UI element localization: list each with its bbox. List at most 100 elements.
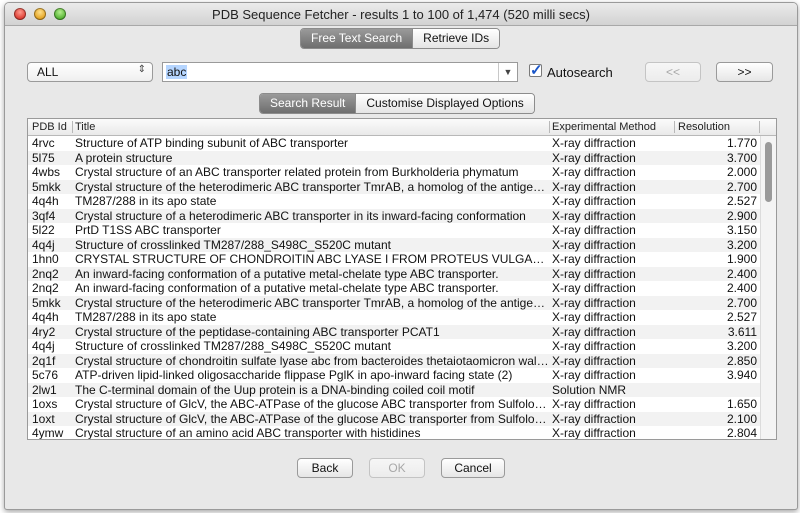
- table-row[interactable]: 4q4j Structure of crosslinked TM287/288_S…: [28, 339, 760, 354]
- column-divider[interactable]: [549, 121, 550, 133]
- cell-experimental-method: X-ray diffraction: [552, 136, 636, 150]
- cell-experimental-method: X-ray diffraction: [552, 150, 636, 165]
- cell-resolution: 2.900: [726, 208, 757, 223]
- cell-resolution: 3.700: [726, 150, 757, 165]
- database-filter-select[interactable]: ALL ⇕: [27, 62, 153, 82]
- cell-title: A protein structure: [75, 150, 173, 165]
- next-page-button[interactable]: >>: [716, 62, 773, 82]
- cell-title: An inward-facing conformation of a putat…: [75, 281, 499, 295]
- column-header-pdb-id[interactable]: PDB Id: [32, 121, 67, 133]
- cell-experimental-method: X-ray diffraction: [552, 411, 636, 426]
- table-row[interactable]: 5mkk Crystal structure of the heterodimer…: [28, 179, 760, 194]
- table-row[interactable]: 1hn0 CRYSTAL STRUCTURE OF CHONDROITIN ABC…: [28, 252, 760, 267]
- cell-pdb-id: 2q1f: [32, 353, 56, 368]
- cell-resolution: 2.850: [726, 353, 757, 368]
- cell-pdb-id: 1oxs: [32, 397, 58, 411]
- cell-resolution: 2.100: [726, 411, 757, 426]
- cell-experimental-method: X-ray diffraction: [552, 194, 636, 208]
- tab-customise-displayed-options[interactable]: Customise Displayed Options: [355, 94, 534, 113]
- table-row[interactable]: 4q4h TM287/288 in its apo state X-ray diff…: [28, 310, 760, 325]
- cell-resolution: 3.611: [727, 324, 757, 339]
- cell-experimental-method: X-ray diffraction: [552, 310, 636, 324]
- column-divider[interactable]: [72, 121, 73, 133]
- table-row[interactable]: 4rvc Structure of ATP binding subunit of …: [28, 136, 760, 151]
- cell-title: Crystal structure of GlcV, the ABC-ATPas…: [75, 411, 549, 426]
- cell-pdb-id: 4q4j: [32, 237, 55, 252]
- tab-free-text-search[interactable]: Free Text Search: [301, 29, 413, 48]
- column-header-title[interactable]: Title: [75, 121, 95, 133]
- updown-arrows-icon: ⇕: [137, 64, 146, 75]
- table-row[interactable]: 4wbs Crystal structure of an ABC transpor…: [28, 165, 760, 180]
- table-row[interactable]: 4q4j Structure of crosslinked TM287/288_S…: [28, 237, 760, 252]
- search-history-dropdown-icon[interactable]: ▼: [498, 63, 517, 81]
- cell-experimental-method: X-ray diffraction: [552, 179, 636, 194]
- table-row[interactable]: 4q4h TM287/288 in its apo state X-ray diff…: [28, 194, 760, 209]
- cell-title: Structure of crosslinked TM287/288_S498C…: [75, 339, 391, 353]
- tab-search-result[interactable]: Search Result: [260, 94, 356, 113]
- autosearch-checkbox[interactable]: ✓: [529, 62, 543, 79]
- table-row[interactable]: 2nq2 An inward-facing conformation of a p…: [28, 281, 760, 296]
- cell-pdb-id: 4rvc: [32, 136, 55, 150]
- cell-pdb-id: 4q4j: [32, 339, 55, 353]
- cell-pdb-id: 1hn0: [32, 252, 59, 266]
- cell-experimental-method: X-ray diffraction: [552, 223, 636, 237]
- cell-resolution: 2.527: [726, 194, 757, 208]
- cell-title: Structure of ATP binding subunit of ABC …: [75, 136, 349, 150]
- table-row[interactable]: 3qf4 Crystal structure of a heterodimeric…: [28, 208, 760, 223]
- column-header-resolution[interactable]: Resolution: [678, 121, 730, 133]
- table-row[interactable]: 4ymw Crystal structure of an amino acid A…: [28, 426, 760, 440]
- column-header-experimental-method[interactable]: Experimental Method: [552, 121, 656, 133]
- table-row[interactable]: 4ry2 Crystal structure of the peptidase-c…: [28, 324, 760, 339]
- cell-pdb-id: 4q4h: [32, 194, 59, 208]
- cell-resolution: 2.400: [726, 266, 757, 281]
- scrollbar-thumb[interactable]: [765, 142, 772, 202]
- cell-pdb-id: 2lw1: [32, 382, 57, 397]
- cell-pdb-id: 5mkk: [32, 295, 61, 310]
- database-filter-value: ALL: [37, 65, 59, 79]
- cell-experimental-method: X-ray diffraction: [552, 208, 636, 223]
- ok-button[interactable]: OK: [369, 458, 425, 478]
- table-row[interactable]: 5l22 PrtD T1SS ABC transporter X-ray diffr…: [28, 223, 760, 238]
- table-row[interactable]: 1oxt Crystal structure of GlcV, the ABC-A…: [28, 411, 760, 426]
- cancel-button[interactable]: Cancel: [441, 458, 505, 478]
- search-input[interactable]: abc ▼: [162, 62, 518, 82]
- checkmark-icon: ✓: [530, 62, 543, 79]
- cell-experimental-method: X-ray diffraction: [552, 397, 636, 411]
- cell-resolution: 3.200: [726, 339, 757, 353]
- cell-experimental-method: X-ray diffraction: [552, 295, 636, 310]
- pdb-fetcher-window: PDB Sequence Fetcher - results 1 to 100 …: [4, 2, 798, 510]
- vertical-scrollbar[interactable]: [760, 136, 776, 439]
- autosearch-label: Autosearch: [547, 65, 613, 80]
- result-tab-bar: Search Result Customise Displayed Option…: [259, 93, 535, 114]
- back-button[interactable]: Back: [297, 458, 353, 478]
- table-row[interactable]: 1oxs Crystal structure of GlcV, the ABC-A…: [28, 397, 760, 412]
- cell-experimental-method: X-ray diffraction: [552, 252, 636, 266]
- cell-title: Crystal structure of the peptidase-conta…: [75, 324, 440, 339]
- cell-title: Crystal structure of the heterodimeric A…: [75, 295, 549, 310]
- title-bar[interactable]: PDB Sequence Fetcher - results 1 to 100 …: [5, 3, 797, 26]
- tab-retrieve-ids[interactable]: Retrieve IDs: [412, 29, 500, 48]
- table-row[interactable]: 2nq2 An inward-facing conformation of a p…: [28, 266, 760, 281]
- cell-experimental-method: Solution NMR: [552, 382, 627, 397]
- table-row[interactable]: 2lw1 The C-terminal domain of the Uup pro…: [28, 382, 760, 397]
- cell-experimental-method: X-ray diffraction: [552, 266, 636, 281]
- cell-resolution: 3.200: [726, 237, 757, 252]
- column-divider[interactable]: [759, 121, 760, 133]
- cell-title: PrtD T1SS ABC transporter: [75, 223, 221, 237]
- previous-page-button[interactable]: <<: [645, 62, 701, 82]
- cell-title: Structure of crosslinked TM287/288_S498C…: [75, 237, 391, 252]
- window-title: PDB Sequence Fetcher - results 1 to 100 …: [212, 7, 590, 22]
- column-divider[interactable]: [674, 121, 675, 133]
- cell-resolution: 3.150: [726, 223, 757, 237]
- cell-title: Crystal structure of an ABC transporter …: [75, 165, 519, 179]
- table-row[interactable]: 5l75 A protein structure X-ray diffraction…: [28, 150, 760, 165]
- table-row[interactable]: 5c76 ATP-driven lipid-linked oligosacchar…: [28, 368, 760, 383]
- search-input-value: abc: [166, 65, 188, 79]
- table-row[interactable]: 2q1f Crystal structure of chondroitin sul…: [28, 353, 760, 368]
- cell-resolution: 1.650: [726, 397, 757, 411]
- cell-pdb-id: 4ry2: [32, 324, 56, 339]
- cell-experimental-method: X-ray diffraction: [552, 368, 636, 382]
- table-row[interactable]: 5mkk Crystal structure of the heterodimer…: [28, 295, 760, 310]
- cell-title: An inward-facing conformation of a putat…: [75, 266, 499, 281]
- cell-experimental-method: X-ray diffraction: [552, 426, 636, 440]
